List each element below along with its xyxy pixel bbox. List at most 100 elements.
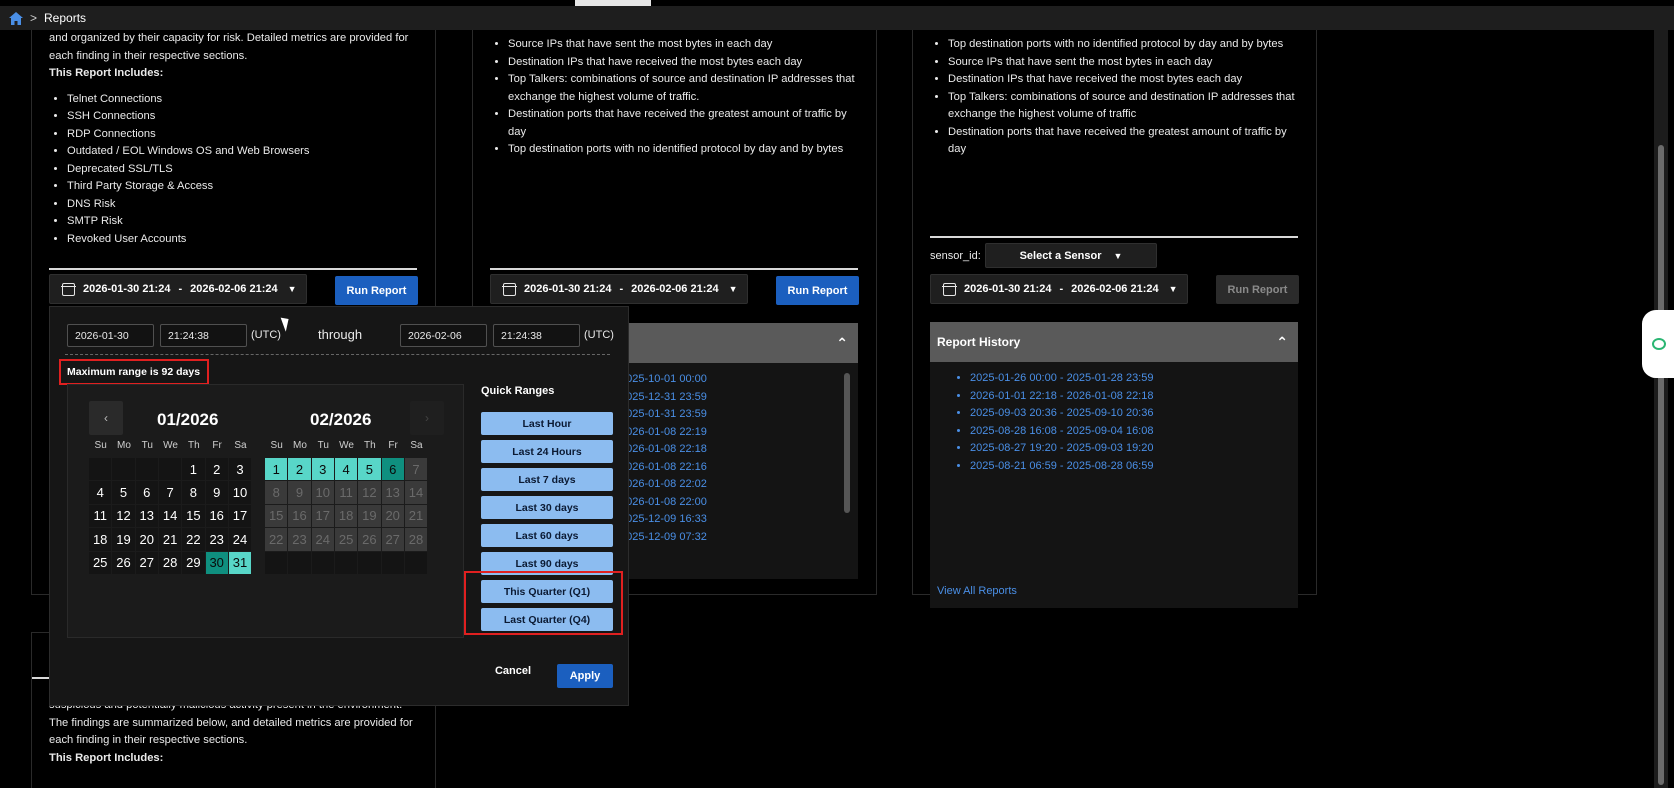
history-link[interactable]: 2025-01-31 23:59 [620,406,707,424]
calendar-day[interactable]: 3 [311,458,334,481]
card1-date-range-picker[interactable]: 2026-01-30 21:24 - 2026-02-06 21:24 ▼ [49,274,307,304]
calendar-day[interactable]: 13 [381,481,404,504]
calendar-day[interactable]: 4 [334,458,358,481]
calendar-day[interactable]: 23 [205,528,228,551]
sensor-select[interactable]: Select a Sensor ▼ [985,243,1157,268]
calendar-day[interactable]: 2 [288,458,311,481]
card3-date-range-picker[interactable]: 2026-01-30 21:24 - 2026-02-06 21:24 ▼ [930,274,1188,304]
chevron-up-icon[interactable]: ⌃ [836,335,848,352]
calendar-day[interactable]: 11 [334,481,358,504]
calendar-day[interactable]: 18 [89,528,112,551]
apply-button[interactable]: Apply [557,664,613,688]
calendar-day[interactable]: 18 [334,504,358,528]
calendar-day[interactable]: 29 [182,551,205,574]
card3-run-report-button[interactable]: Run Report [1216,275,1299,304]
calendar-day[interactable]: 20 [381,504,404,528]
calendar-day[interactable]: 12 [112,504,135,528]
quick-last-hour-button[interactable]: Last Hour [481,412,613,435]
calendar-day[interactable]: 21 [158,528,182,551]
history-link[interactable]: 2025-12-31 23:59 [620,389,707,407]
history-link[interactable]: 2026-01-08 22:00 [620,494,707,512]
calendar-day[interactable]: 11 [89,504,112,528]
calendar-day[interactable]: 26 [358,528,381,551]
calendar-day[interactable]: 22 [265,528,288,551]
history-link[interactable]: 2026-01-01 22:18 - 2026-01-08 22:18 [970,388,1153,406]
calendar-day[interactable]: 2 [205,458,228,481]
history-link[interactable]: 2026-01-08 22:02 [620,476,707,494]
history-link[interactable]: 2026-01-08 22:16 [620,459,707,477]
calendar-day[interactable]: 5 [358,458,381,481]
calendar-day[interactable]: 19 [112,528,135,551]
calendar-day[interactable]: 13 [135,504,158,528]
history-link[interactable]: 2026-01-08 22:18 [620,441,707,459]
calendar-day[interactable]: 5 [112,481,135,504]
history-link[interactable]: 2025-12-09 16:33 [620,511,707,529]
calendar-day[interactable]: 1 [265,458,288,481]
calendar-day[interactable]: 25 [89,551,112,574]
end-date-input[interactable]: 2026-02-06 [400,324,487,347]
calendar-day[interactable]: 9 [205,481,228,504]
calendar-day[interactable]: 1 [182,458,205,481]
cancel-button[interactable]: Cancel [490,665,536,677]
calendar-day[interactable]: 8 [265,481,288,504]
calendar-day[interactable]: 30 [205,551,228,574]
calendar-day[interactable]: 20 [135,528,158,551]
calendar-day[interactable]: 31 [228,551,252,574]
view-all-reports-link[interactable]: View All Reports [937,583,1017,601]
calendar-day[interactable]: 10 [228,481,252,504]
history-link[interactable]: 2025-12-09 07:32 [620,529,707,547]
home-icon[interactable] [9,11,23,25]
history-link[interactable]: 2025-10-01 00:00 [620,371,707,389]
quick-last-60-days-button[interactable]: Last 60 days [481,524,613,547]
calendar-day[interactable]: 3 [228,458,252,481]
calendar-day[interactable]: 15 [265,504,288,528]
calendar-day[interactable]: 9 [288,481,311,504]
card3-report-history-header[interactable]: Report History ⌃ [930,322,1298,362]
start-date-input[interactable]: 2026-01-30 [67,324,154,347]
history-link[interactable]: 2025-08-27 19:20 - 2025-09-03 19:20 [970,440,1153,458]
calendar-day[interactable]: 24 [311,528,334,551]
calendar-day[interactable]: 28 [404,528,428,551]
history-link[interactable]: 2025-08-28 16:08 - 2025-09-04 16:08 [970,423,1153,441]
calendar-day[interactable]: 15 [182,504,205,528]
history-link[interactable]: 2025-08-21 06:59 - 2025-08-28 06:59 [970,458,1153,476]
card2-date-range-picker[interactable]: 2026-01-30 21:24 - 2026-02-06 21:24 ▼ [490,274,748,304]
history-link[interactable]: 2025-01-26 00:00 - 2025-01-28 23:59 [970,370,1153,388]
side-assistant-widget[interactable] [1642,310,1674,378]
calendar-day[interactable]: 26 [112,551,135,574]
calendar-day[interactable]: 28 [158,551,182,574]
history-scrollbar[interactable] [844,373,850,513]
calendar-day[interactable]: 17 [228,504,252,528]
calendar-day[interactable]: 6 [381,458,404,481]
page-scrollbar[interactable] [1654,30,1668,788]
history-link[interactable]: 2026-01-08 22:19 [620,424,707,442]
quick-last-30-days-button[interactable]: Last 30 days [481,496,613,519]
calendar-day[interactable]: 10 [311,481,334,504]
calendar-day[interactable]: 12 [358,481,381,504]
calendar-day[interactable]: 27 [135,551,158,574]
calendar-day[interactable]: 24 [228,528,252,551]
card1-run-report-button[interactable]: Run Report [335,276,418,305]
calendar-day[interactable]: 25 [334,528,358,551]
calendar-day[interactable]: 22 [182,528,205,551]
calendar-day[interactable]: 27 [381,528,404,551]
quick-last-24-hours-button[interactable]: Last 24 Hours [481,440,613,463]
history-link[interactable]: 2025-09-03 20:36 - 2025-09-10 20:36 [970,405,1153,423]
calendar-day[interactable]: 14 [158,504,182,528]
end-time-input[interactable]: 21:24:38 [493,324,580,347]
calendar-day[interactable]: 16 [288,504,311,528]
start-time-input[interactable]: 21:24:38 [160,324,247,347]
calendar-day[interactable]: 19 [358,504,381,528]
calendar-day[interactable]: 16 [205,504,228,528]
calendar-day[interactable]: 6 [135,481,158,504]
prev-month-button[interactable]: ‹ [89,401,123,435]
calendar-day[interactable]: 4 [89,481,112,504]
next-month-button[interactable]: › [410,401,444,435]
calendar-day[interactable]: 7 [404,458,428,481]
chevron-up-icon[interactable]: ⌃ [1276,334,1288,351]
calendar-day[interactable]: 23 [288,528,311,551]
card2-run-report-button[interactable]: Run Report [776,276,859,305]
page-scrollbar-thumb[interactable] [1658,145,1664,785]
quick-last-7-days-button[interactable]: Last 7 days [481,468,613,491]
calendar-day[interactable]: 7 [158,481,182,504]
